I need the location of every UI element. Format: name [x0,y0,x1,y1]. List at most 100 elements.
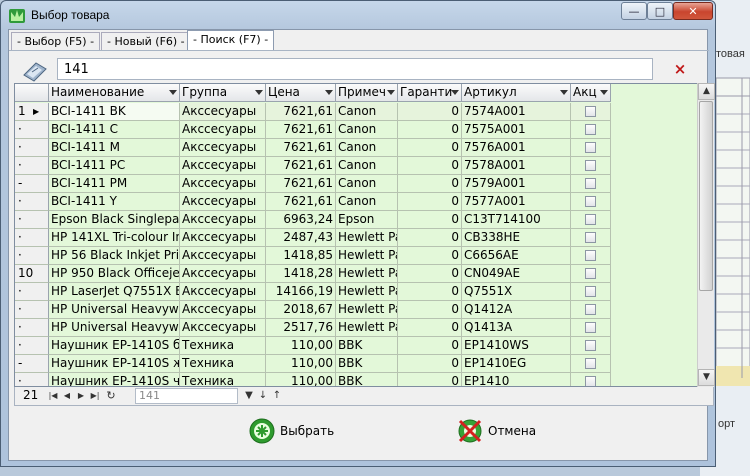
promo-checkbox[interactable] [585,232,596,243]
table-row[interactable]: -Наушник EP-1410S желтыйТехника110,00BBK… [15,355,611,373]
vertical-scrollbar[interactable]: ▲ ▼ [697,83,715,387]
row-indicator[interactable]: · [15,247,49,265]
cell-group[interactable]: Акссесуары [180,229,266,247]
cell-article[interactable]: EP1410EG [462,355,571,373]
cell-price[interactable]: 7621,61 [266,121,336,139]
cell-group[interactable]: Техника [180,355,266,373]
promo-checkbox[interactable] [585,286,596,297]
cell-price[interactable]: 7621,61 [266,103,336,121]
cell-article[interactable]: CB338HE [462,229,571,247]
column-header-group[interactable]: Группа [180,84,266,102]
products-table[interactable]: Наименование Группа Цена Примеч Гаранти … [14,83,698,387]
row-indicator[interactable]: - [15,175,49,193]
search-input[interactable] [57,58,653,80]
cell-warranty[interactable]: 0 [398,265,462,283]
cell-group[interactable]: Техника [180,337,266,355]
cell-promo[interactable] [571,283,611,301]
cell-note[interactable]: Canon [336,193,398,211]
cell-price[interactable]: 7621,61 [266,139,336,157]
row-indicator[interactable]: · [15,157,49,175]
minimize-button[interactable]: — [621,2,647,20]
cell-price[interactable]: 1418,28 [266,265,336,283]
scroll-down-icon[interactable]: ▼ [698,369,715,386]
cell-promo[interactable] [571,139,611,157]
scroll-up-icon[interactable]: ▲ [698,83,715,100]
cell-name[interactable]: HP 141XL Tri-colour Inkjet [49,229,180,247]
cell-name[interactable]: Наушник EP-1410S белый [49,337,180,355]
navigator-filter-field[interactable]: 141 [135,388,238,404]
cell-warranty[interactable]: 0 [398,103,462,121]
cell-price[interactable]: 14166,19 [266,283,336,301]
dropdown-arrow-icon[interactable] [387,90,395,95]
cell-warranty[interactable]: 0 [398,373,462,386]
cell-promo[interactable] [571,355,611,373]
cell-promo[interactable] [571,229,611,247]
column-header-warranty[interactable]: Гаранти [398,84,462,102]
first-record-icon[interactable]: |◀ [47,389,59,403]
tab-new[interactable]: - Новый (F6) - [101,32,191,50]
cell-warranty[interactable]: 0 [398,355,462,373]
title-bar[interactable]: Выбор товара — □ ✕ [1,1,715,31]
table-row[interactable]: ·Наушник EP-1410S белыйТехника110,00BBK0… [15,337,611,355]
column-header-promo[interactable]: Акц [571,84,611,102]
cell-price[interactable]: 2517,76 [266,319,336,337]
cell-article[interactable]: C13T714100 [462,211,571,229]
row-indicator[interactable]: · [15,139,49,157]
cell-price[interactable]: 7621,61 [266,193,336,211]
cell-note[interactable]: Epson [336,211,398,229]
cell-article[interactable]: 7578A001 [462,157,571,175]
cell-warranty[interactable]: 0 [398,301,462,319]
cell-price[interactable]: 110,00 [266,337,336,355]
cell-promo[interactable] [571,319,611,337]
cell-note[interactable]: Canon [336,121,398,139]
sort-up-icon[interactable]: ↑ [271,389,283,403]
cell-warranty[interactable]: 0 [398,229,462,247]
table-row[interactable]: · BCI-1411 PC Акссесуары 7621,61 Canon 0 7578A… [15,157,611,175]
select-button[interactable]: Выбрать [249,416,339,446]
cell-name[interactable]: BCI-1411 PM [49,175,180,193]
cell-warranty[interactable]: 0 [398,193,462,211]
cell-name[interactable]: HP 56 Black Inkjet Print [49,247,180,265]
cell-warranty[interactable]: 0 [398,319,462,337]
cell-price[interactable]: 6963,24 [266,211,336,229]
row-indicator[interactable]: · [15,337,49,355]
cell-group[interactable]: Акссесуары [180,283,266,301]
cell-note[interactable]: Hewlett Packard [336,301,398,319]
cell-promo[interactable] [571,121,611,139]
row-indicator[interactable]: · [15,373,49,386]
promo-checkbox[interactable] [585,196,596,207]
last-record-icon[interactable]: ▶| [89,389,101,403]
cell-note[interactable]: BBK [336,355,398,373]
cell-group[interactable]: Акссесуары [180,139,266,157]
row-indicator[interactable]: - [15,355,49,373]
cell-group[interactable]: Акссесуары [180,121,266,139]
cell-promo[interactable] [571,265,611,283]
cell-name[interactable]: HP Universal Heavyweight [49,301,180,319]
cell-price[interactable]: 7621,61 [266,175,336,193]
table-row[interactable]: · HP 56 Black Inkjet Print Акссесуары 1418,… [15,247,611,265]
cell-note[interactable]: Hewlett Packard [336,319,398,337]
cell-article[interactable]: Q1413A [462,319,571,337]
cell-name[interactable]: HP 950 Black Officejet [49,265,180,283]
dropdown-arrow-icon[interactable] [255,90,263,95]
cell-name[interactable]: BCI-1411 BK [49,103,180,121]
row-indicator[interactable]: · [15,229,49,247]
cell-group[interactable]: Акссесуары [180,301,266,319]
row-indicator[interactable]: 10 [15,265,49,283]
promo-checkbox[interactable] [585,268,596,279]
table-row[interactable]: ·HP Universal HeavyweightАкссесуары2517,… [15,319,611,337]
promo-checkbox[interactable] [585,106,596,117]
promo-checkbox[interactable] [585,376,596,386]
cell-note[interactable]: Hewlett Packard [336,265,398,283]
cell-promo[interactable] [571,103,611,121]
promo-checkbox[interactable] [585,358,596,369]
cell-group[interactable]: Акссесуары [180,193,266,211]
cell-group[interactable]: Акссесуары [180,103,266,121]
column-header-article[interactable]: Артикул [462,84,571,102]
promo-checkbox[interactable] [585,178,596,189]
table-row[interactable]: · BCI-1411 C Акссесуары 7621,61 Canon 0 7575A0… [15,121,611,139]
cell-price[interactable]: 2018,67 [266,301,336,319]
cell-name[interactable]: Наушник EP-1410S черный [49,373,180,386]
cell-name[interactable]: BCI-1411 Y [49,193,180,211]
cancel-button[interactable]: Отмена [457,416,547,446]
